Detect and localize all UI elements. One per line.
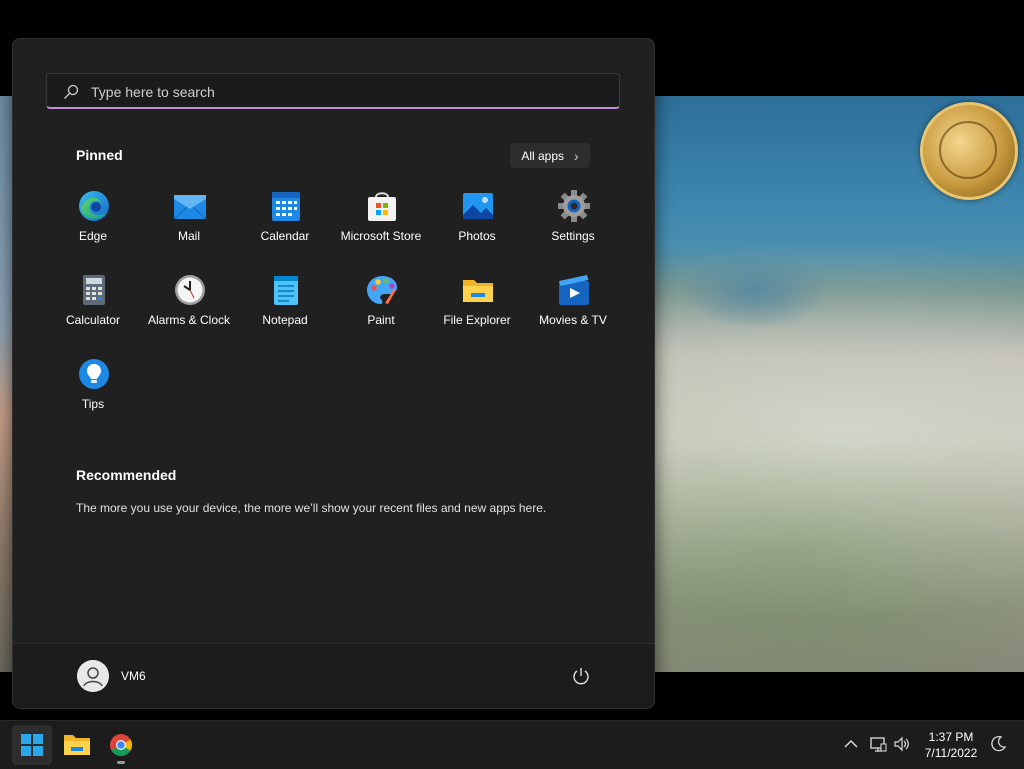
app-label: Notepad xyxy=(262,313,308,327)
power-icon[interactable] xyxy=(571,666,591,686)
pinned-app-tips[interactable]: Tips xyxy=(45,347,141,427)
app-label: Paint xyxy=(367,313,395,327)
clock-date: 7/11/2022 xyxy=(924,746,978,760)
pinned-app-edge[interactable]: Edge xyxy=(45,179,141,259)
taskbar: 1:37 PM 7/11/2022 xyxy=(0,720,1024,769)
pinned-app-calculator[interactable]: Calculator xyxy=(45,263,141,343)
harbor-area xyxy=(680,250,830,330)
photos-icon xyxy=(463,193,493,219)
user-icon xyxy=(77,660,109,692)
pinned-app-mail[interactable]: Mail xyxy=(141,179,237,259)
microsoft-store-icon xyxy=(368,192,396,221)
edge-icon xyxy=(79,191,109,221)
start-menu-footer: VM6 xyxy=(13,643,654,708)
network-icon[interactable] xyxy=(869,735,887,753)
running-indicator xyxy=(117,761,125,764)
taskbar-chrome[interactable] xyxy=(101,725,141,765)
quran-logo-seal xyxy=(920,102,1018,200)
pinned-app-photos[interactable]: Photos xyxy=(429,179,525,259)
start-button[interactable] xyxy=(12,725,52,765)
app-label: Movies & TV xyxy=(539,313,607,327)
volume-icon[interactable] xyxy=(893,735,911,753)
app-label: File Explorer xyxy=(443,313,511,327)
pinned-heading: Pinned xyxy=(76,147,123,163)
search-box[interactable] xyxy=(46,73,620,109)
app-label: Calculator xyxy=(65,313,121,327)
all-apps-button[interactable]: All apps › xyxy=(510,143,590,168)
pinned-app-calendar[interactable]: Calendar xyxy=(237,179,333,259)
search-input[interactable] xyxy=(89,80,603,104)
file-explorer-icon xyxy=(64,735,90,755)
pinned-app-file-explorer[interactable]: File Explorer xyxy=(429,263,525,343)
all-apps-label: All apps xyxy=(521,148,565,163)
settings-gear-icon xyxy=(558,190,590,222)
folder-icon xyxy=(463,280,493,302)
pinned-app-alarms-clock[interactable]: Alarms & Clock xyxy=(141,263,237,343)
app-label: Tips xyxy=(81,397,105,411)
pinned-app-notepad[interactable]: Notepad xyxy=(237,263,333,343)
app-label: Edge xyxy=(78,229,108,243)
notepad-icon xyxy=(274,276,298,305)
app-label: Calendar xyxy=(260,229,310,243)
user-name[interactable]: VM6 xyxy=(121,669,146,683)
pinned-app-movies-tv[interactable]: Movies & TV xyxy=(525,263,621,343)
app-label: Alarms & Clock xyxy=(147,313,230,327)
paint-palette-icon xyxy=(367,276,397,304)
recommended-heading: Recommended xyxy=(76,467,177,483)
clock-time: 1:37 PM xyxy=(928,730,974,744)
calculator-icon xyxy=(83,275,105,305)
pinned-app-paint[interactable]: Paint xyxy=(333,263,429,343)
chrome-icon xyxy=(110,734,132,756)
app-label: Photos xyxy=(458,229,496,243)
lightbulb-icon xyxy=(79,359,109,389)
start-icon xyxy=(21,734,43,756)
user-avatar[interactable] xyxy=(77,660,109,692)
recommended-empty-message: The more you use your device, the more w… xyxy=(76,501,547,515)
movies-tv-icon xyxy=(559,275,589,305)
moon-icon[interactable] xyxy=(989,735,1007,753)
app-label: Settings xyxy=(551,229,595,243)
mail-icon xyxy=(173,195,207,220)
app-label: Microsoft Store xyxy=(340,229,422,243)
pinned-app-microsoft-store[interactable]: Microsoft Store xyxy=(333,179,429,259)
alarm-clock-icon xyxy=(175,275,205,305)
chevron-up-icon[interactable] xyxy=(842,735,860,753)
pinned-app-settings[interactable]: Settings xyxy=(525,179,621,259)
chevron-right-icon: › xyxy=(574,147,579,164)
search-icon xyxy=(64,84,79,99)
taskbar-file-explorer[interactable] xyxy=(57,725,97,765)
app-label: Mail xyxy=(177,229,200,243)
taskbar-clock[interactable]: 1:37 PM 7/11/2022 xyxy=(918,729,984,761)
calendar-icon xyxy=(272,192,300,221)
start-menu: Pinned All apps › Edge Mail xyxy=(12,38,655,709)
